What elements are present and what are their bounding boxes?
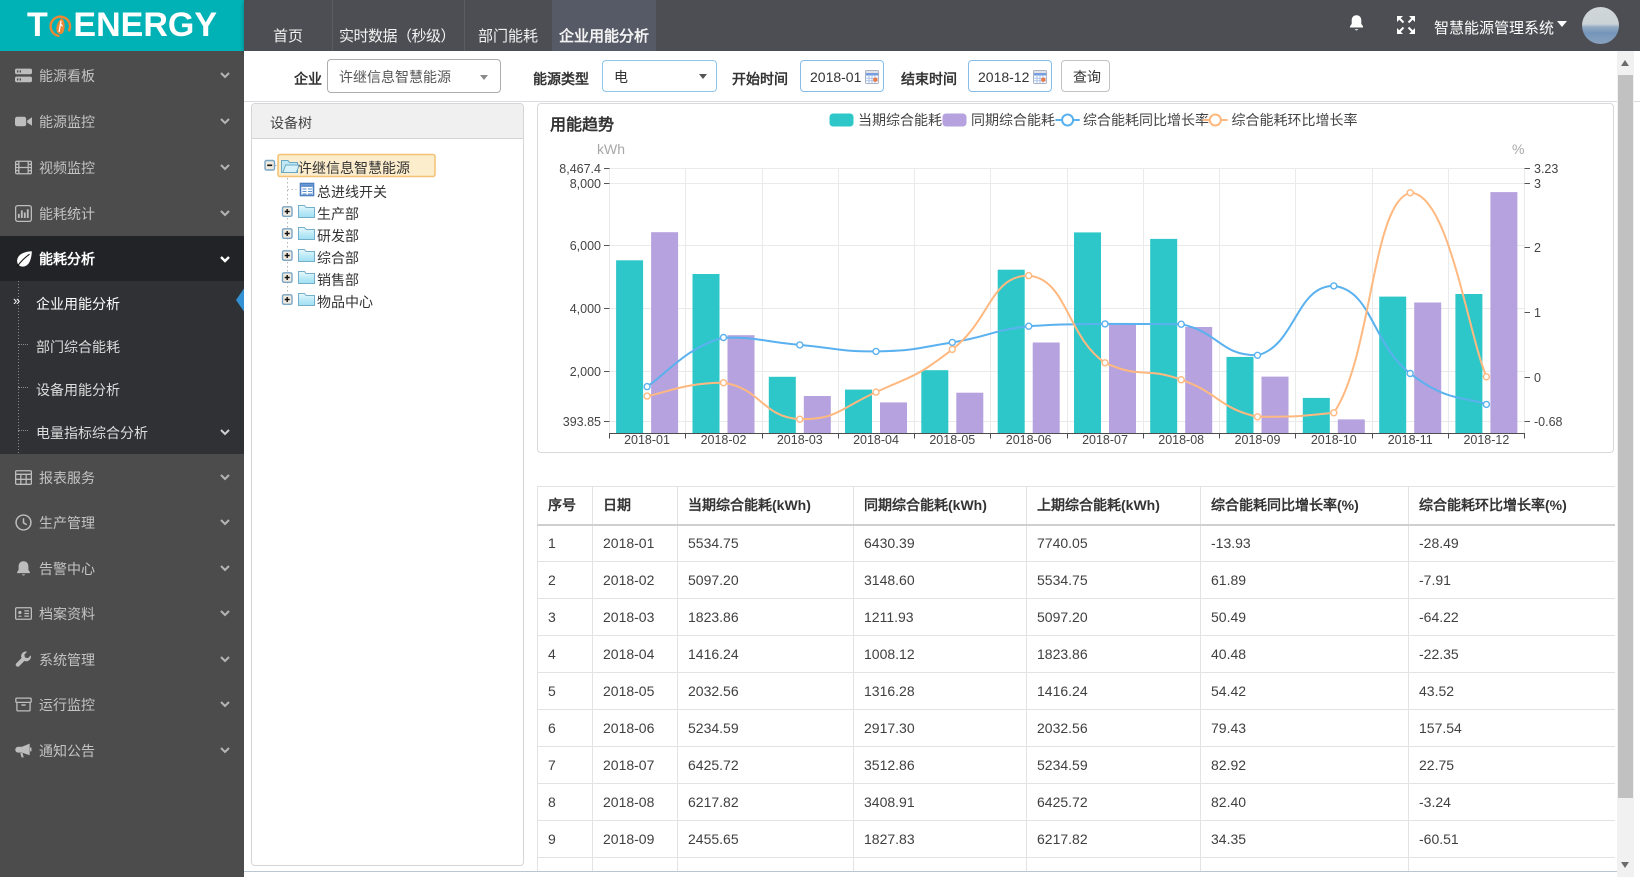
svg-text:2018-05: 2018-05 [929, 433, 975, 447]
svg-text:393.85: 393.85 [563, 415, 601, 429]
svg-text:2018-07: 2018-07 [1082, 433, 1128, 447]
svg-text:3: 3 [1534, 177, 1541, 191]
svg-text:2018-11: 2018-11 [1388, 433, 1433, 447]
svg-text:3.23: 3.23 [1534, 162, 1558, 176]
svg-text:2018-01: 2018-01 [624, 433, 670, 447]
svg-text:8,467.4: 8,467.4 [559, 162, 601, 176]
svg-text:kWh: kWh [597, 141, 625, 157]
svg-text:1: 1 [1534, 306, 1541, 320]
svg-text:0: 0 [1534, 371, 1541, 385]
svg-text:2018-10: 2018-10 [1311, 433, 1357, 447]
svg-text:2018-06: 2018-06 [1006, 433, 1052, 447]
svg-text:2018-09: 2018-09 [1235, 433, 1281, 447]
svg-text:2018-12: 2018-12 [1463, 433, 1509, 447]
svg-text:2: 2 [1534, 241, 1541, 255]
svg-text:当期综合能耗: 当期综合能耗 [858, 112, 942, 128]
svg-text:2018-04: 2018-04 [853, 433, 899, 447]
svg-text:2,000: 2,000 [570, 365, 601, 379]
svg-text:2018-03: 2018-03 [777, 433, 823, 447]
svg-text:综合能耗同比增长率: 综合能耗同比增长率 [1083, 112, 1209, 128]
svg-text:2018-02: 2018-02 [701, 433, 747, 447]
svg-text:-0.68: -0.68 [1534, 415, 1563, 429]
svg-text:同期综合能耗: 同期综合能耗 [971, 112, 1055, 128]
svg-text:2018-08: 2018-08 [1158, 433, 1204, 447]
svg-text:综合能耗环比增长率: 综合能耗环比增长率 [1232, 112, 1358, 128]
svg-text:6,000: 6,000 [570, 239, 601, 253]
svg-text:4,000: 4,000 [570, 302, 601, 316]
svg-text:8,000: 8,000 [570, 177, 601, 191]
svg-text:%: % [1512, 141, 1524, 157]
